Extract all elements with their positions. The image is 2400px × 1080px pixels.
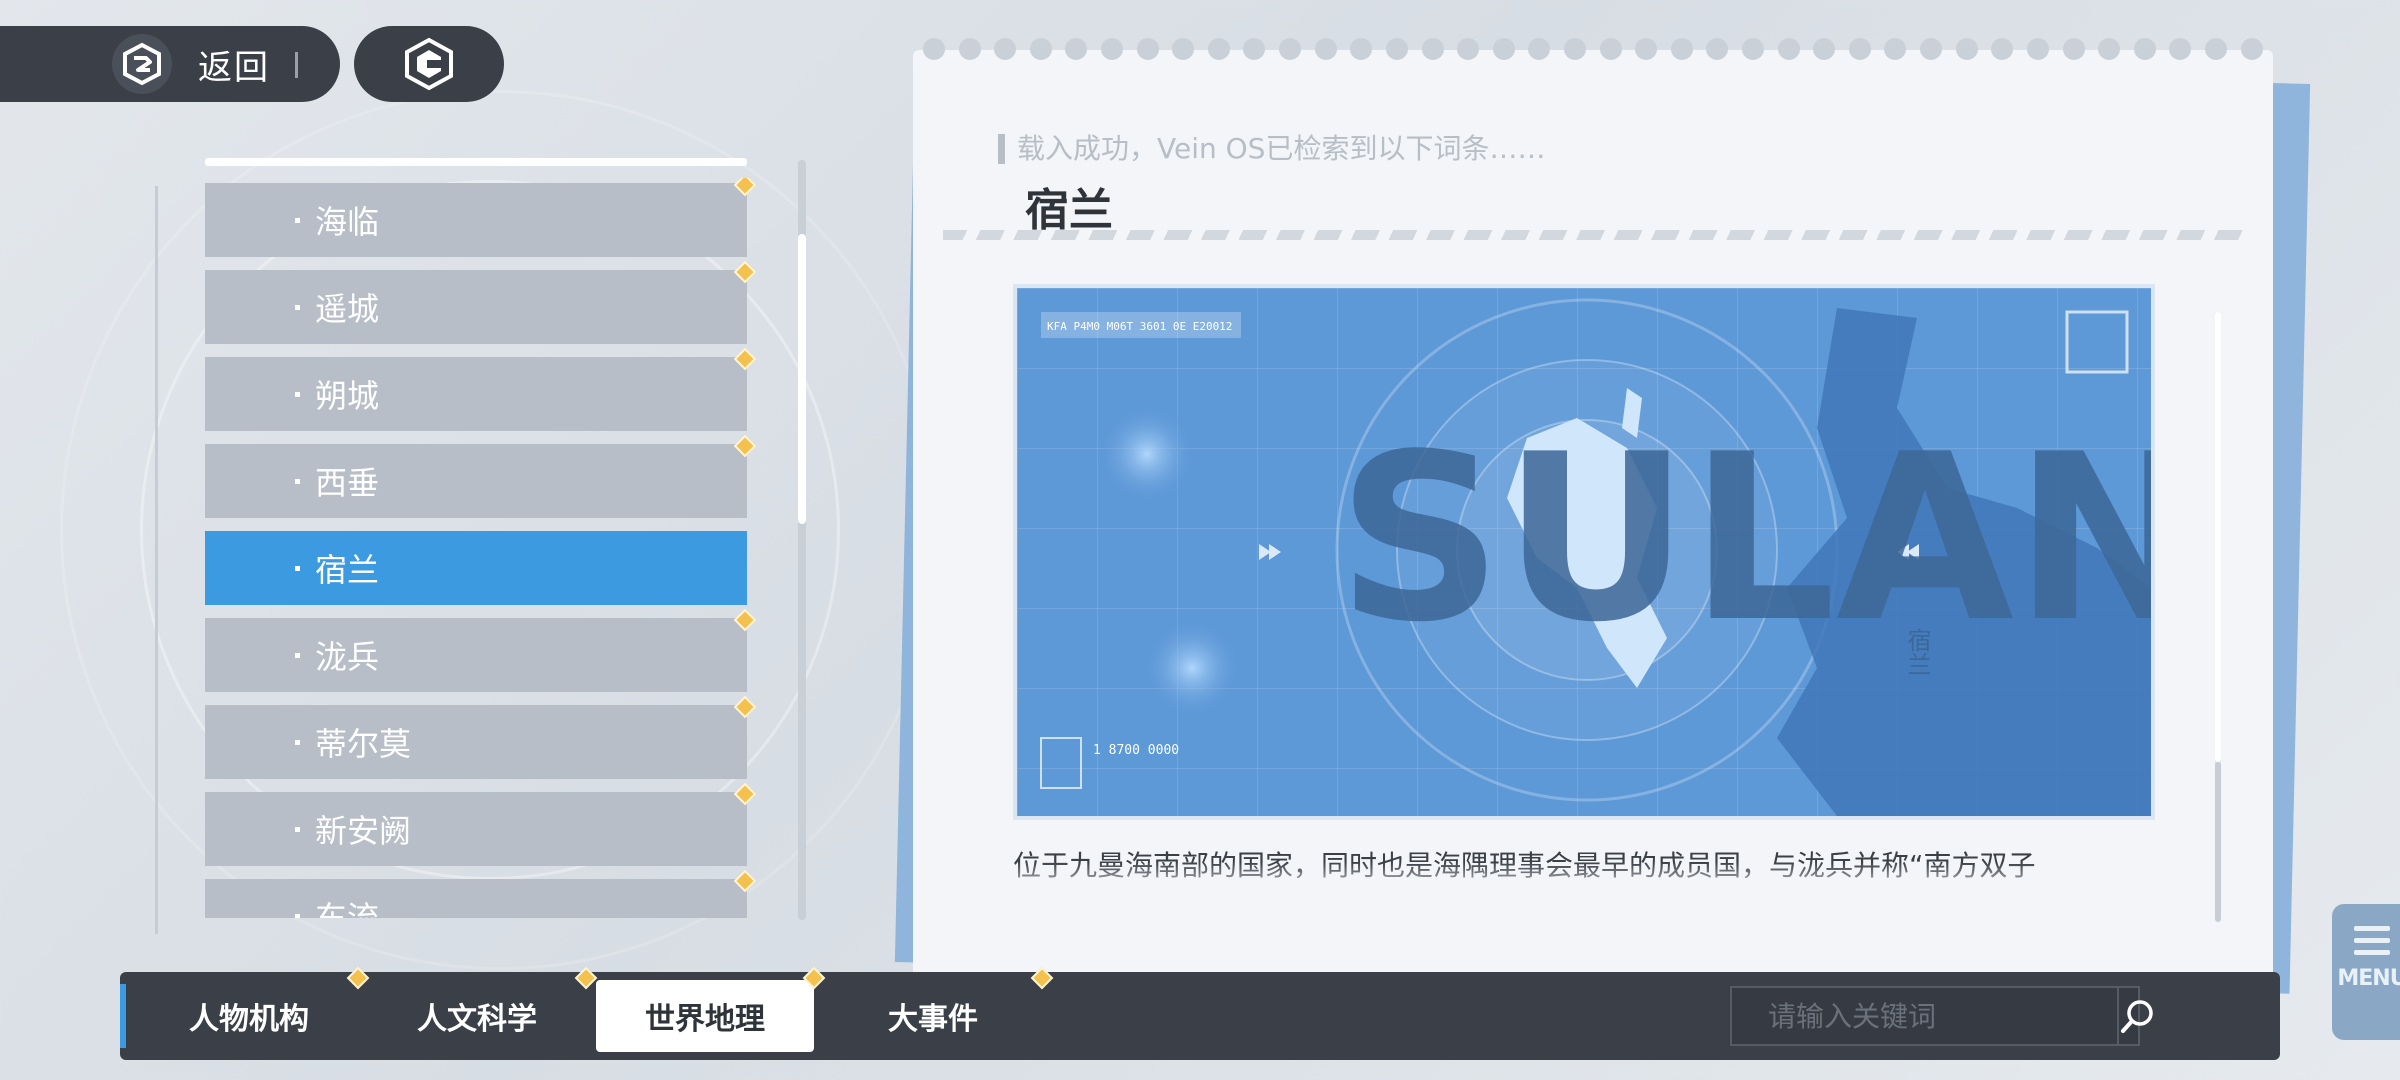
- panel-scrollbar[interactable]: [2215, 312, 2221, 922]
- tab-label: 大事件: [888, 1002, 978, 1037]
- search-input[interactable]: [1732, 988, 2117, 1044]
- bullet-icon: [295, 653, 300, 658]
- new-marker-icon: [346, 966, 370, 990]
- new-marker-icon: [733, 434, 757, 458]
- list-item-label: 宿兰: [315, 551, 380, 589]
- title-divider: [943, 230, 2243, 240]
- description-fade: [1003, 862, 2183, 922]
- new-marker-icon: [733, 608, 757, 632]
- search-button[interactable]: [2117, 988, 2157, 1044]
- tab-humanities[interactable]: 人文科学: [368, 966, 598, 1052]
- back-label: 返回: [198, 47, 270, 88]
- list-scrollbar[interactable]: [798, 160, 806, 920]
- menu-button[interactable]: MENU: [2332, 904, 2400, 1040]
- list-item[interactable]: 泷兵: [205, 608, 757, 692]
- panel-perforation: [913, 38, 2273, 62]
- map-stat-text: 1 8700 0000: [1093, 743, 1179, 758]
- new-marker-icon: [733, 347, 757, 371]
- map-title-text: SULAN: [1337, 406, 2151, 673]
- tab-label: 人文科学: [417, 1002, 537, 1037]
- bullet-icon: [295, 827, 300, 832]
- list-item-label: 蒂尔莫: [315, 725, 412, 763]
- divider: [295, 52, 298, 78]
- map-tag-text: KFA P4M0 M06T 3601 0E E20012: [1047, 320, 1232, 333]
- bullet-icon: [295, 392, 300, 397]
- panel-scrollbar-thumb[interactable]: [2215, 312, 2221, 762]
- tab-label: 世界地理: [645, 1002, 765, 1037]
- list-item-label: 新安阙: [315, 812, 412, 850]
- map-vertical-label: 宿兰: [1903, 628, 1931, 676]
- list-item[interactable]: 朔城: [205, 347, 757, 431]
- list-top-edge: [205, 158, 747, 166]
- list-item-label: 东流: [315, 899, 380, 918]
- entry-title: 宿兰: [1025, 185, 1113, 236]
- menu-label: MENU: [2337, 966, 2400, 991]
- entry-map-image: SULAN 宿兰 KFA P4M0 M06T 3601 0E E20012 1 …: [1013, 284, 2155, 820]
- list-item[interactable]: 东流: [205, 869, 757, 918]
- entry-list: 海临 遥城 朔城 西垂 宿兰 泷兵 蒂尔莫 新安阙 东流: [205, 178, 765, 918]
- app-logo-icon: [112, 34, 172, 94]
- list-item-label: 朔城: [315, 377, 380, 415]
- home-hex-icon: [405, 37, 453, 91]
- list-item-selected[interactable]: 宿兰: [205, 531, 747, 605]
- list-item[interactable]: 遥城: [205, 260, 757, 344]
- bullet-icon: [295, 914, 300, 918]
- bullet-icon: [295, 740, 300, 745]
- panel-scrollbar-track: [2215, 762, 2221, 922]
- tab-bar-accent: [120, 984, 126, 1048]
- tab-label: 人物机构: [189, 1002, 309, 1037]
- search-result-prompt: 载入成功，Vein OS已检索到以下词条……: [998, 134, 1545, 164]
- list-item-label: 遥城: [315, 290, 380, 328]
- new-marker-icon: [802, 966, 826, 990]
- search-icon: [2121, 1000, 2153, 1033]
- new-marker-icon: [733, 782, 757, 806]
- bullet-icon: [295, 305, 300, 310]
- home-button[interactable]: [354, 26, 504, 102]
- new-marker-icon: [733, 695, 757, 719]
- entry-detail-panel: 载入成功，Vein OS已检索到以下词条…… 宿兰 SULAN 宿兰 KFA P…: [913, 38, 2273, 980]
- bullet-icon: [295, 566, 300, 571]
- list-item-label: 泷兵: [315, 638, 380, 676]
- list-item[interactable]: 蒂尔莫: [205, 695, 757, 779]
- back-button[interactable]: 返回: [0, 26, 340, 102]
- menu-icon: [2354, 926, 2390, 962]
- bullet-icon: [295, 218, 300, 223]
- list-item[interactable]: 海临: [205, 178, 757, 257]
- list-item-label: 海临: [315, 203, 380, 241]
- tab-geography[interactable]: 世界地理: [596, 966, 826, 1052]
- list-item[interactable]: 西垂: [205, 434, 757, 518]
- new-marker-icon: [733, 869, 757, 893]
- new-marker-icon: [733, 178, 757, 197]
- tab-events[interactable]: 大事件: [824, 966, 1054, 1052]
- list-rail: [155, 186, 158, 934]
- tab-people-orgs[interactable]: 人物机构: [140, 966, 370, 1052]
- top-nav: 返回: [0, 26, 504, 102]
- new-marker-icon: [733, 260, 757, 284]
- list-scrollbar-thumb[interactable]: [798, 234, 806, 524]
- bullet-icon: [295, 479, 300, 484]
- category-tab-bar: 人物机构 人文科学 世界地理 大事件: [120, 966, 2280, 1060]
- new-marker-icon: [574, 966, 598, 990]
- list-item-label: 西垂: [315, 464, 380, 502]
- list-item[interactable]: 新安阙: [205, 782, 757, 866]
- search-box: [1730, 986, 2153, 1046]
